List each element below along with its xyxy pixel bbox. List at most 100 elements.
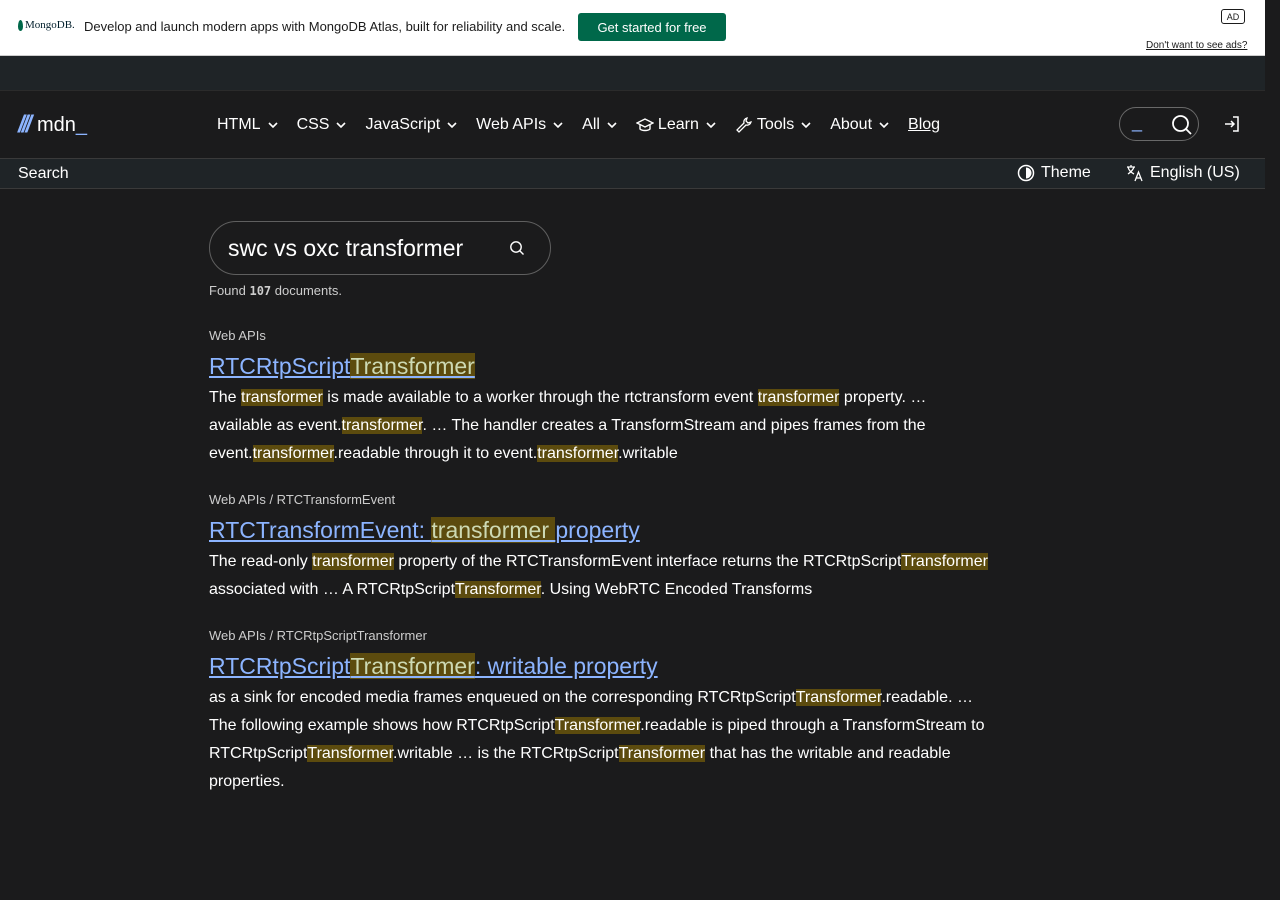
- chevron-down-icon: [447, 122, 457, 129]
- mongodb-logo[interactable]: MongoDB.: [18, 19, 75, 31]
- header-search-button[interactable]: _: [1119, 107, 1199, 141]
- theme-icon: [1017, 164, 1035, 182]
- highlight: Transformer: [350, 353, 475, 379]
- text-segment: : writable property: [474, 653, 658, 679]
- main-nav: HTML CSS JavaScript Web APIs All Learn T…: [217, 115, 940, 135]
- search-icon[interactable]: [509, 240, 525, 256]
- chevron-down-icon: [706, 122, 716, 129]
- mongodb-leaf-icon: [18, 19, 23, 31]
- nav-item-label: About: [830, 116, 873, 133]
- nav-item-all[interactable]: All: [582, 115, 618, 135]
- result-title-link[interactable]: RTCRtpScriptTransformer: writable proper…: [209, 651, 658, 681]
- nav-item-html[interactable]: HTML: [217, 115, 279, 135]
- highlight: Transformer: [795, 689, 882, 706]
- result-breadcrumb: Web APIs / RTCRtpScriptTransformer: [209, 628, 427, 643]
- language-button[interactable]: English (US): [1126, 164, 1240, 182]
- result-description: as a sink for encoded media frames enque…: [209, 684, 989, 796]
- chevron-down-icon: [801, 122, 811, 129]
- result-breadcrumb: Web APIs / RTCTransformEvent: [209, 492, 396, 507]
- highlight: Transformer: [307, 745, 394, 762]
- search-results-main: swc vs oxc transformer Found 107 documen…: [209, 221, 989, 796]
- search-cursor: _: [1132, 112, 1143, 132]
- text-segment: RTCTransformEvent:: [209, 517, 432, 543]
- nav-item-label: HTML: [217, 116, 261, 133]
- search-input[interactable]: swc vs oxc transformer: [209, 221, 551, 275]
- nav-item-tools[interactable]: Tools: [735, 115, 812, 135]
- highlight: Transformer: [554, 717, 641, 734]
- highlight: transformer: [341, 417, 423, 434]
- text-segment: .writable … is the RTCRtpScript: [393, 745, 619, 762]
- highlight: Transformer: [618, 745, 706, 762]
- graduation-cap-icon: [635, 118, 654, 132]
- chevron-down-icon: [267, 122, 278, 129]
- nav-item-blog[interactable]: Blog: [908, 115, 940, 135]
- nav-item-label: Web APIs: [476, 116, 547, 133]
- text-segment: RTCRtpScript: [209, 353, 351, 379]
- nav-item-label: JavaScript: [365, 116, 441, 133]
- login-icon[interactable]: [1223, 115, 1241, 133]
- nav-item-label: CSS: [296, 116, 330, 133]
- translate-icon: [1127, 165, 1143, 182]
- scrollbar-gutter[interactable]: [1265, 0, 1280, 900]
- search-icon: [1172, 115, 1192, 135]
- text-segment: property of the RTCTransformEvent interf…: [393, 553, 902, 570]
- chevron-down-icon: [879, 122, 889, 129]
- ad-dismiss-link[interactable]: Don't want to see ads?: [1146, 40, 1247, 51]
- search-query: swc vs oxc transformer: [228, 235, 464, 261]
- result-title-link[interactable]: RTCRtpScriptTransformer: [209, 351, 475, 381]
- nav-item-web-apis[interactable]: Web APIs: [476, 115, 564, 135]
- text-segment: as a sink for encoded media frames enque…: [209, 689, 796, 706]
- text-segment: The read-only: [209, 553, 313, 570]
- highlight: transformer: [537, 445, 619, 462]
- search-result: Web APIs / RTCRtpScriptTransformer RTCRtp…: [209, 628, 989, 796]
- nav-item-label: Learn: [657, 116, 699, 133]
- nav-item-about[interactable]: About: [830, 115, 890, 135]
- mdn-logo-icon: ///: [18, 111, 32, 138]
- found-prefix: Found: [209, 283, 250, 298]
- nav-item-css[interactable]: CSS: [297, 115, 348, 135]
- ad-text[interactable]: Develop and launch modern apps with Mong…: [84, 19, 565, 34]
- language-label: English (US): [1150, 164, 1240, 181]
- results-list: Web APIs RTCRtpScriptTransformer The trans…: [209, 328, 989, 796]
- text-segment: The: [209, 389, 242, 406]
- nav-item-label: Tools: [756, 116, 795, 133]
- text-segment: RTCRtpScript: [209, 653, 351, 679]
- result-description: The transformer is made available to a w…: [209, 384, 989, 468]
- chevron-down-icon: [336, 122, 347, 129]
- highlight: transformer: [431, 517, 556, 543]
- found-suffix: documents.: [271, 283, 342, 298]
- ad-cta-button[interactable]: Get started for free: [578, 13, 726, 41]
- results-count: Found 107 documents.: [209, 283, 989, 298]
- top-strip: [0, 56, 1265, 91]
- mdn-logo-cursor: _: [75, 113, 88, 136]
- result-title-link[interactable]: RTCTransformEvent: transformer property: [209, 515, 640, 545]
- result-breadcrumb: Web APIs: [209, 328, 266, 343]
- theme-label: Theme: [1041, 164, 1091, 181]
- nav-item-learn[interactable]: Learn: [635, 115, 717, 135]
- page-label: Search: [18, 165, 69, 182]
- highlight: transformer: [312, 553, 394, 570]
- nav-item-javascript[interactable]: JavaScript: [365, 115, 458, 135]
- chevron-down-icon: [553, 122, 563, 129]
- text-segment: .readable through it to event.: [333, 445, 538, 462]
- theme-button[interactable]: Theme: [1017, 164, 1091, 182]
- highlight: transformer: [252, 445, 334, 462]
- result-description: The read-only transformer property of th…: [209, 548, 989, 604]
- wrench-icon: [735, 117, 752, 133]
- ad-badge: AD: [1221, 9, 1245, 24]
- nav-item-label: All: [582, 116, 600, 133]
- mdn-logo[interactable]: /// mdn _: [18, 111, 87, 139]
- text-segment: associated with … A RTCRtpScript: [209, 581, 456, 598]
- text-segment: is made available to a worker through th…: [322, 389, 758, 406]
- search-result: Web APIs RTCRtpScriptTransformer The trans…: [209, 328, 989, 468]
- chevron-down-icon: [607, 122, 617, 129]
- main-header: /// mdn _ HTML CSS JavaScript Web APIs A…: [0, 91, 1265, 158]
- highlight: transformer: [757, 389, 840, 406]
- mongodb-logo-text: MongoDB.: [25, 19, 75, 31]
- sub-header: Search Theme English (US): [0, 158, 1265, 189]
- highlight: Transformer: [350, 653, 475, 679]
- highlight: transformer: [241, 389, 323, 406]
- highlight: Transformer: [455, 581, 541, 598]
- ad-banner: MongoDB. Develop and launch modern apps …: [0, 0, 1265, 56]
- text-segment: property: [555, 517, 640, 543]
